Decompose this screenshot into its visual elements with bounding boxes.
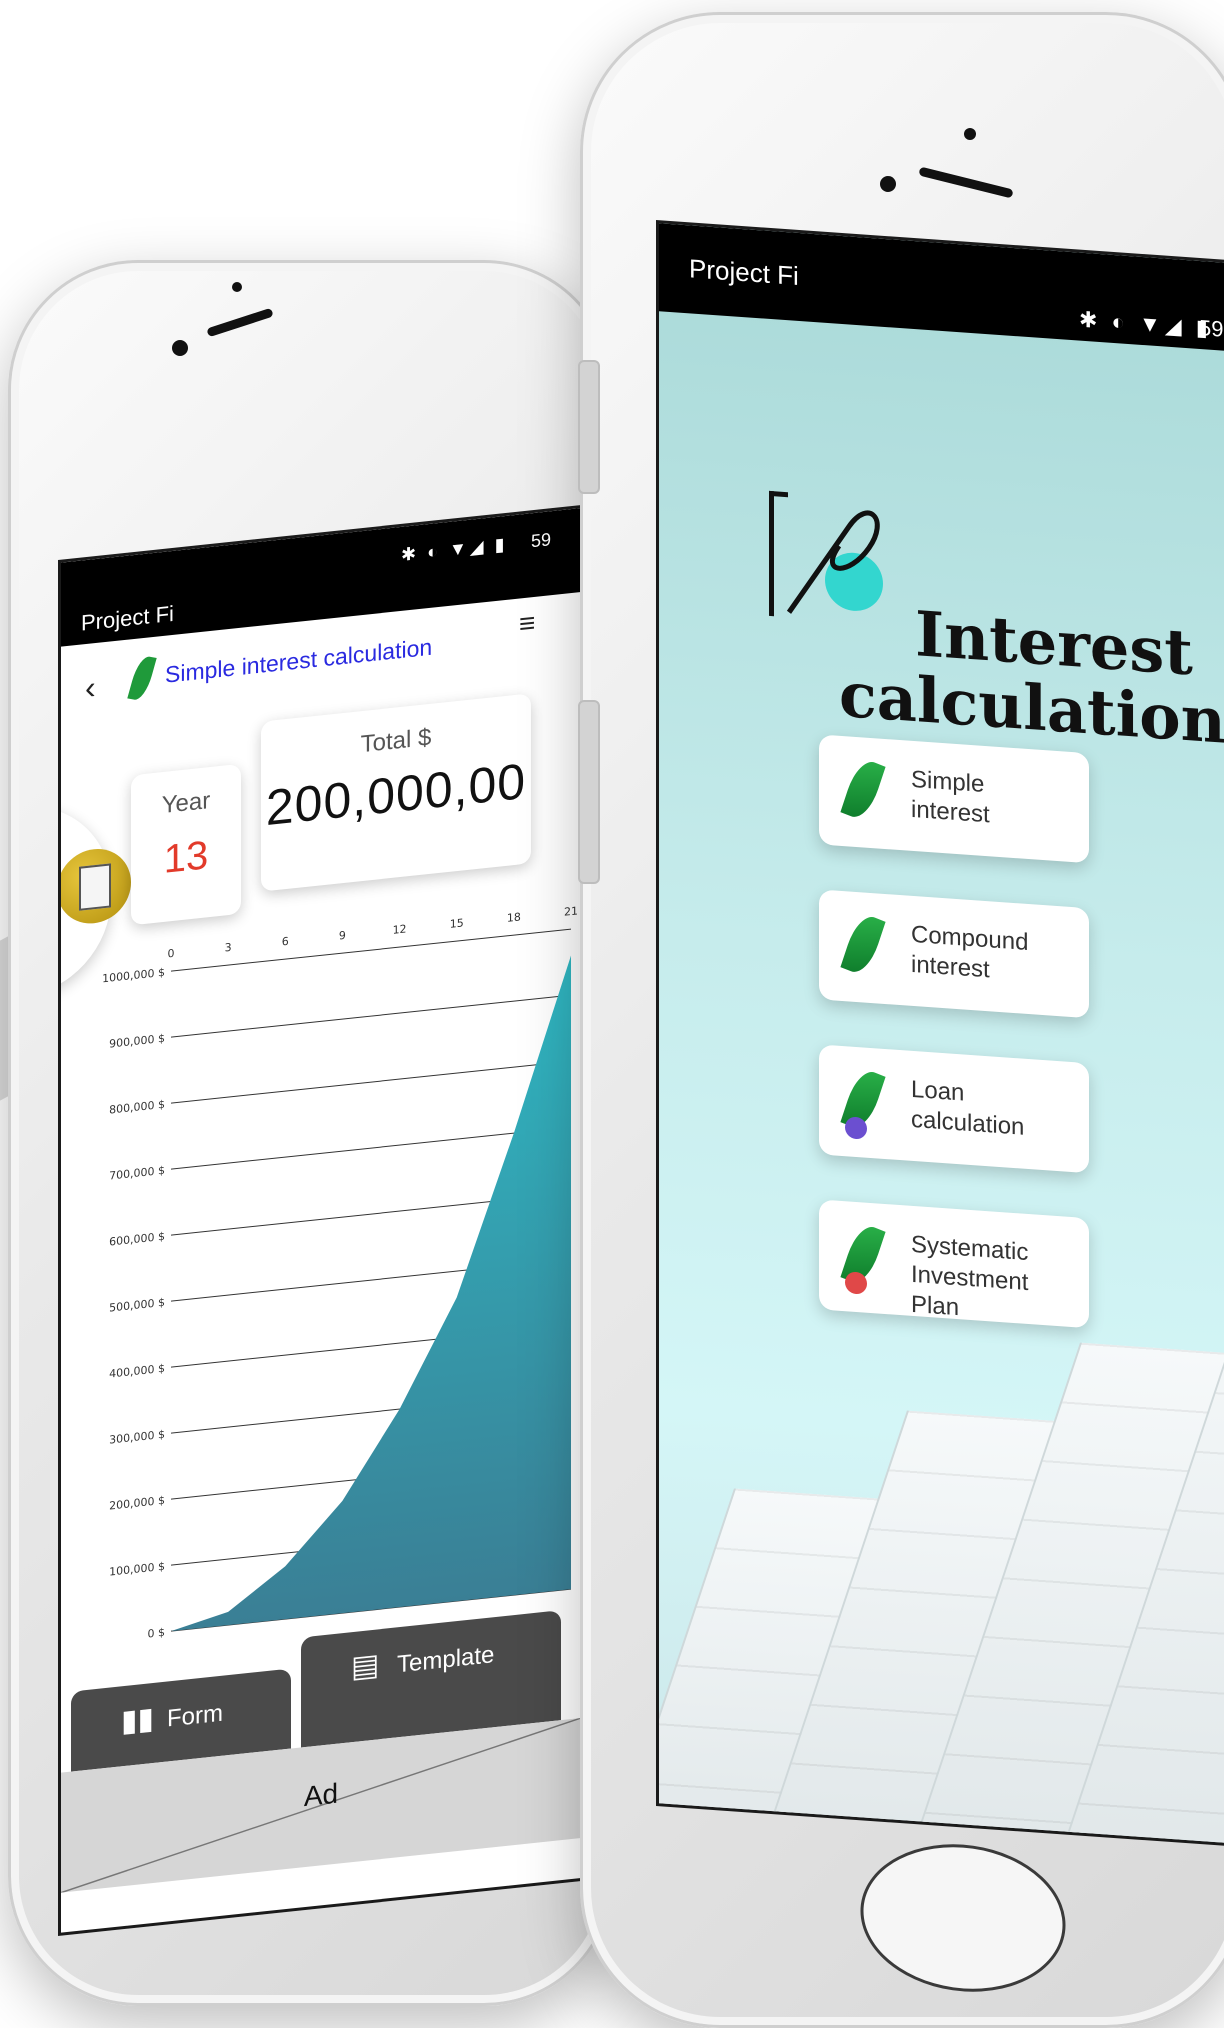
menu-label-line2: Investment Plan: [911, 1260, 1029, 1322]
tab-template-label: Template: [397, 1641, 495, 1679]
total-card: Total $ 200,000,00: [261, 693, 531, 892]
screen-title: Simple interest calculation: [165, 633, 433, 688]
y-tick-label: 300,000 $: [109, 1428, 165, 1447]
y-tick-label: 200,000 $: [109, 1494, 165, 1513]
front-sensor-dot: [964, 128, 976, 140]
y-tick-label: 100,000 $: [109, 1560, 165, 1579]
y-tick-label: 600,000 $: [109, 1230, 165, 1249]
year-caption: Year: [161, 786, 211, 820]
x-tick-label: 18: [507, 910, 521, 924]
x-tick-label: 12: [393, 922, 407, 936]
status-icons: ✱ ◐ ▼◢ ▮: [401, 533, 508, 565]
menu-label: Systematic Investment Plan: [911, 1230, 1081, 1332]
loan-dot-icon: [845, 1116, 867, 1140]
x-tick-label: 0: [168, 947, 175, 961]
growth-chart: 0 3 6 9 12 15 18 21 0 $ 100,000 $ 200,000 $ 300,000…: [102, 904, 578, 1641]
sensor-dot: [232, 282, 242, 292]
menu-systematic-investment-plan[interactable]: Systematic Investment Plan: [819, 1199, 1089, 1329]
front-camera-dot: [880, 176, 896, 192]
x-tick-label: 9: [339, 929, 346, 943]
growth-area: [171, 955, 571, 1632]
carrier-label: Project Fi: [689, 253, 799, 291]
carrier-label: Project Fi: [81, 600, 174, 636]
y-tick-label: 400,000 $: [109, 1362, 165, 1381]
year-value: 13: [163, 833, 209, 882]
x-tick-label: 6: [282, 935, 289, 949]
menu-simple-interest[interactable]: Simple interest: [819, 734, 1089, 864]
status-time: 59: [531, 529, 552, 552]
back-phone-screen: Project Fi ✱ ◐ ▼◢ ▮ 59 ‹ Simple interest…: [58, 504, 584, 1936]
app-title: Interest calculation: [839, 596, 1224, 758]
menu-label: Loan calculation: [911, 1075, 1081, 1147]
y-tick-label: 500,000 $: [109, 1296, 165, 1315]
sip-dot-icon: [845, 1271, 867, 1295]
bar-chart-icon: ▮▮: [121, 1701, 155, 1739]
menu-icon[interactable]: ≡: [519, 607, 535, 641]
menu-compound-interest[interactable]: Compound interest: [819, 889, 1089, 1019]
menu-label: Compound interest: [911, 920, 1081, 992]
menu-loan-calculation[interactable]: Loan calculation: [819, 1044, 1089, 1174]
leaf-icon: [840, 756, 886, 823]
y-tick-label: 0 $: [148, 1626, 165, 1641]
status-icons: ✱ ◐ ▼◢ ▮: [1079, 306, 1212, 341]
back-arrow-icon[interactable]: ‹: [85, 669, 96, 707]
status-time: 59: [1199, 314, 1224, 342]
gridline: [171, 1060, 571, 1104]
y-tick-label: 1000,000 $: [102, 966, 165, 986]
y-tick-label: 700,000 $: [109, 1164, 165, 1183]
x-tick-label: 21: [564, 904, 578, 918]
side-button: [578, 700, 600, 884]
menu-label: Simple interest: [911, 765, 1081, 837]
y-tick-label: 800,000 $: [109, 1098, 165, 1117]
camera-dot: [172, 340, 188, 356]
x-tick-label: 15: [450, 916, 464, 930]
y-tick-label: 900,000 $: [109, 1032, 165, 1051]
leaf-icon: [840, 911, 886, 978]
gridline: [171, 994, 571, 1038]
leaf-icon: [127, 654, 157, 702]
x-tick-label: 3: [225, 941, 232, 955]
tab-form-label: Form: [167, 1699, 223, 1733]
document-icon-small: ▤: [351, 1648, 380, 1685]
year-card: Year 13: [131, 763, 241, 926]
volume-button: [578, 360, 600, 494]
ad-label: Ad: [303, 1777, 339, 1813]
front-phone-screen: Project Fi ✱ ◐ ▼◢ ▮ 59 Interest calculat…: [656, 220, 1224, 1850]
